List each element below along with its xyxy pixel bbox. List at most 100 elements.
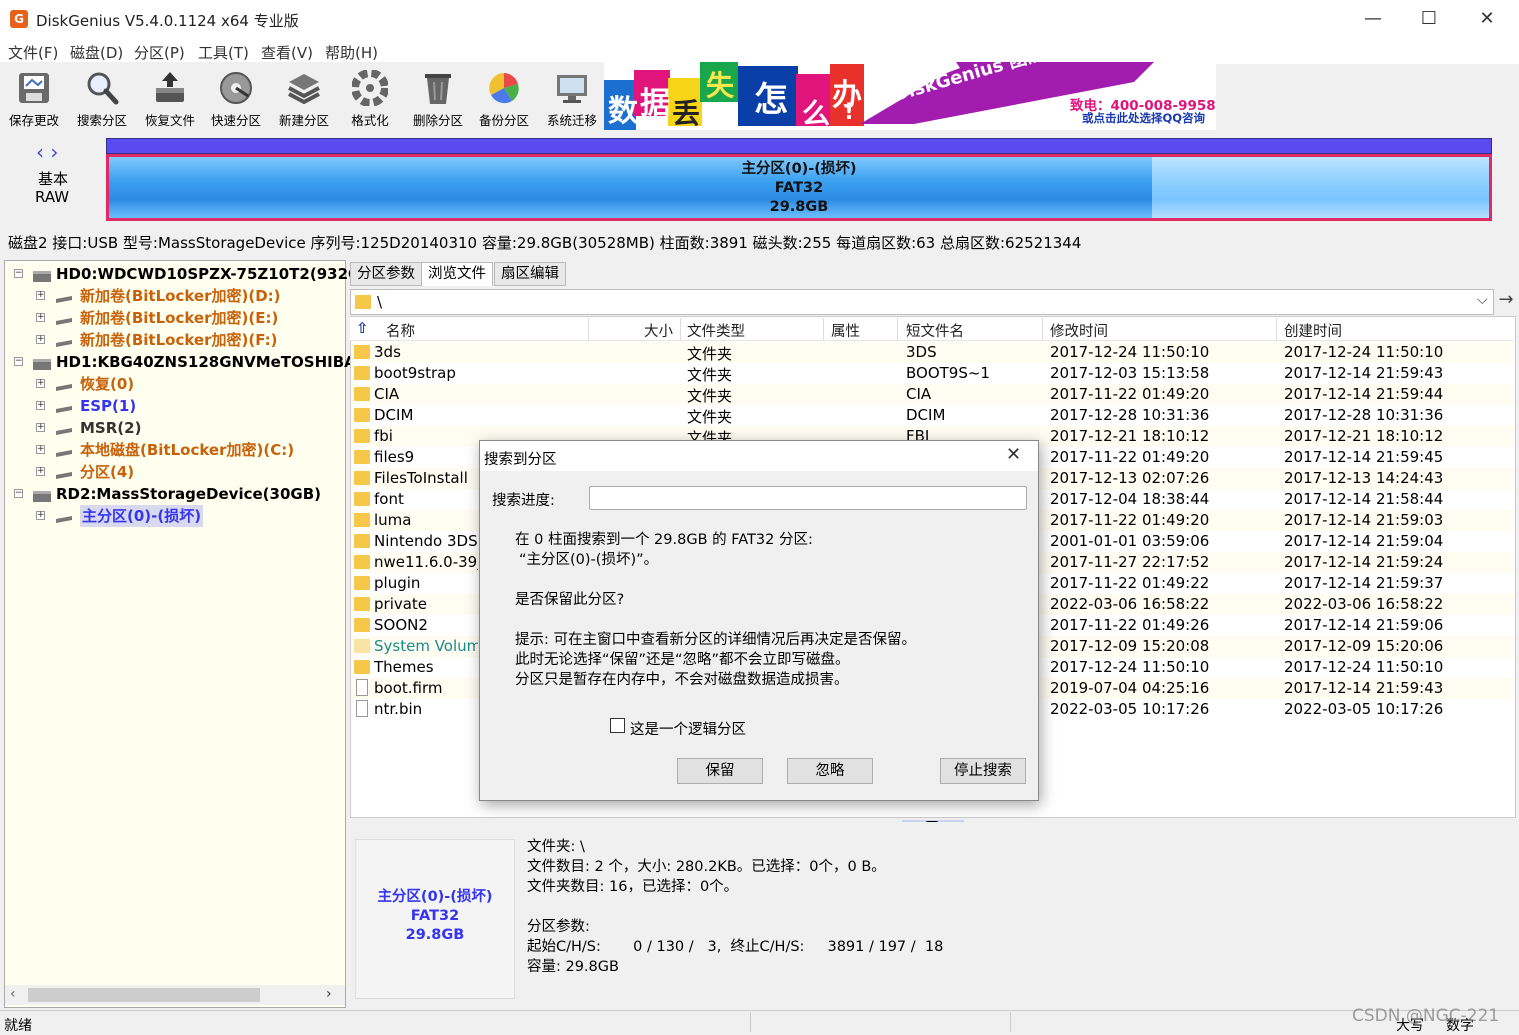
quick-partition-button[interactable]: 快速分区 — [202, 64, 270, 130]
status-bar — [0, 1010, 1519, 1034]
expand-icon[interactable]: + — [36, 511, 45, 520]
file-name: Themes — [374, 658, 434, 676]
col-name[interactable]: 名称 — [386, 320, 415, 341]
file-name: font — [374, 490, 404, 508]
new-partition-button[interactable]: 新建分区 — [270, 64, 338, 130]
file-modified: 2017-11-27 22:17:52 — [1050, 553, 1210, 571]
tree-partition-node[interactable]: + ESP(1) — [8, 395, 344, 417]
tab-sector-edit[interactable]: 扇区编辑 — [494, 262, 566, 286]
file-created: 2017-12-14 21:59:24 — [1284, 553, 1444, 571]
tree-disk-node[interactable]: − RD2:MassStorageDevice(30GB) — [8, 483, 344, 505]
file-created: 2017-12-21 18:10:12 — [1284, 427, 1444, 445]
minimize-button[interactable]: — — [1350, 4, 1396, 34]
go-up-icon[interactable]: ⇧ — [356, 319, 369, 337]
tree-partition-node[interactable]: + MSR(2) — [8, 417, 344, 439]
dialog-message-1: 在 0 柱面搜索到一个 29.8GB 的 FAT32 分区: — [515, 532, 813, 548]
expand-icon[interactable]: + — [36, 423, 45, 432]
file-modified: 2017-11-22 01:49:20 — [1050, 448, 1210, 466]
ad-banner[interactable]: 数 据 丢 失 怎 么 办 ! DiskGenius 团队为您服务 致电：400… — [604, 62, 1216, 130]
collapse-icon[interactable]: − — [14, 357, 23, 366]
tree-partition-node[interactable]: + 本地磁盘(BitLocker加密)(C:) — [8, 439, 344, 461]
menu-tools[interactable]: 工具(T) — [198, 42, 249, 63]
col-attr[interactable]: 属性 — [831, 320, 860, 341]
tree-disk-node[interactable]: − HD1:KBG40ZNS128GNVMeTOSHIBA12 — [8, 351, 377, 373]
expand-icon[interactable]: + — [36, 379, 45, 388]
ignore-button[interactable]: 忽略 — [787, 758, 873, 784]
logical-partition-label[interactable]: 这是一个逻辑分区 — [630, 718, 746, 739]
tab-browse-files[interactable]: 浏览文件 — [421, 262, 493, 286]
system-migration-button[interactable]: 系统迁移 — [538, 64, 606, 130]
file-modified: 2017-12-28 10:31:36 — [1050, 406, 1210, 424]
recover-files-button[interactable]: 恢复文件 — [136, 64, 204, 130]
tree-scroll-thumb[interactable] — [28, 988, 260, 1002]
folder-icon — [354, 576, 370, 590]
expand-icon[interactable]: + — [36, 401, 45, 410]
search-partition-button[interactable]: 搜索分区 — [68, 64, 136, 130]
file-created: 2017-12-14 21:59:43 — [1284, 679, 1444, 697]
dialog-close-icon[interactable]: ✕ — [1006, 444, 1021, 465]
file-row[interactable]: boot9strap 文件夹 BOOT9S~1 2017-12-03 15:13:58… — [352, 363, 1514, 384]
expand-icon[interactable]: + — [36, 335, 45, 344]
disk-nav-arrows[interactable]: ‹ › — [36, 140, 58, 164]
delete-partition-button[interactable]: 删除分区 — [404, 64, 472, 130]
col-size[interactable]: 大小 — [644, 320, 673, 341]
tree-disk-node[interactable]: − HD0:WDCWD10SPZX-75Z10T2(932GB) — [8, 263, 379, 285]
file-row[interactable]: 3ds 文件夹 3DS 2017-12-24 11:50:10 2017-12-24 1… — [352, 342, 1514, 363]
file-modified: 2017-11-22 01:49:20 — [1050, 385, 1210, 403]
format-button[interactable]: 格式化 — [336, 64, 404, 130]
tree-partition-node[interactable]: + 主分区(0)-(损坏) — [8, 505, 344, 527]
expand-icon[interactable]: + — [36, 313, 45, 322]
col-shortname[interactable]: 短文件名 — [906, 320, 964, 341]
save-changes-button[interactable]: 保存更改 — [0, 64, 68, 130]
partition-icon — [54, 421, 74, 435]
file-row[interactable]: DCIM 文件夹 DCIM 2017-12-28 10:31:36 2017-12-28… — [352, 405, 1514, 426]
col-type[interactable]: 文件类型 — [687, 320, 745, 341]
scroll-right-icon[interactable]: › — [326, 986, 332, 1002]
expand-icon[interactable]: + — [36, 445, 45, 454]
menu-file[interactable]: 文件(F) — [8, 42, 58, 63]
menu-disk[interactable]: 磁盘(D) — [70, 42, 123, 63]
backup-partition-button[interactable]: 备份分区 — [470, 64, 538, 130]
file-row[interactable]: CIA 文件夹 CIA 2017-11-22 01:49:20 2017-12-14 2… — [352, 384, 1514, 405]
tree-partition-node[interactable]: + 新加卷(BitLocker加密)(D:) — [8, 285, 344, 307]
file-name: luma — [374, 511, 412, 529]
expand-icon[interactable]: + — [36, 467, 45, 476]
maximize-button[interactable]: ☐ — [1406, 4, 1452, 34]
menu-help[interactable]: 帮助(H) — [325, 42, 378, 63]
path-bar[interactable]: \ ⌵ — [350, 289, 1494, 315]
tab-partition-params[interactable]: 分区参数 — [350, 262, 422, 286]
col-created[interactable]: 创建时间 — [1284, 320, 1342, 341]
ad-qq-link[interactable]: 或点击此处选择QQ咨询 — [1082, 110, 1205, 126]
partition-block-fs: FAT32 — [774, 180, 824, 196]
folder-icon — [355, 295, 371, 309]
logical-partition-checkbox[interactable] — [610, 718, 625, 733]
go-arrow-icon[interactable]: → — [1496, 289, 1516, 315]
collapse-icon[interactable]: − — [14, 269, 23, 278]
tree-partition-node[interactable]: + 新加卷(BitLocker加密)(F:) — [8, 329, 344, 351]
tree-node-label: 新加卷(BitLocker加密)(D:) — [80, 287, 281, 305]
menu-view[interactable]: 查看(V) — [261, 42, 313, 63]
col-separator — [1042, 318, 1043, 340]
scroll-left-icon[interactable]: ‹ — [10, 986, 16, 1002]
col-modified[interactable]: 修改时间 — [1050, 320, 1108, 341]
dialog-title-bar — [480, 441, 1038, 471]
menu-partition[interactable]: 分区(P) — [134, 42, 185, 63]
magnifier-icon — [87, 72, 119, 105]
expand-icon[interactable]: + — [36, 291, 45, 300]
tree-partition-node[interactable]: + 分区(4) — [8, 461, 344, 483]
search-progress-bar — [589, 486, 1027, 510]
tree-partition-node[interactable]: + 新加卷(BitLocker加密)(E:) — [8, 307, 344, 329]
file-modified: 2017-12-13 02:07:26 — [1050, 469, 1210, 487]
partition-icon — [54, 333, 74, 347]
partition-icon — [54, 443, 74, 457]
collapse-icon[interactable]: − — [14, 489, 23, 498]
file-type: 文件夹 — [687, 345, 733, 363]
keep-button[interactable]: 保留 — [677, 758, 763, 784]
partition-summary: 主分区(0)-(损坏) FAT32 29.8GB — [355, 888, 515, 945]
close-window-button[interactable]: ✕ — [1464, 4, 1510, 34]
file-type: 文件夹 — [687, 408, 733, 426]
tree-partition-node[interactable]: + 恢复(0) — [8, 373, 344, 395]
chevron-down-icon[interactable]: ⌵ — [1477, 292, 1488, 308]
stop-search-button[interactable]: 停止搜索 — [940, 758, 1026, 784]
info-params-heading: 分区参数: — [527, 919, 590, 935]
